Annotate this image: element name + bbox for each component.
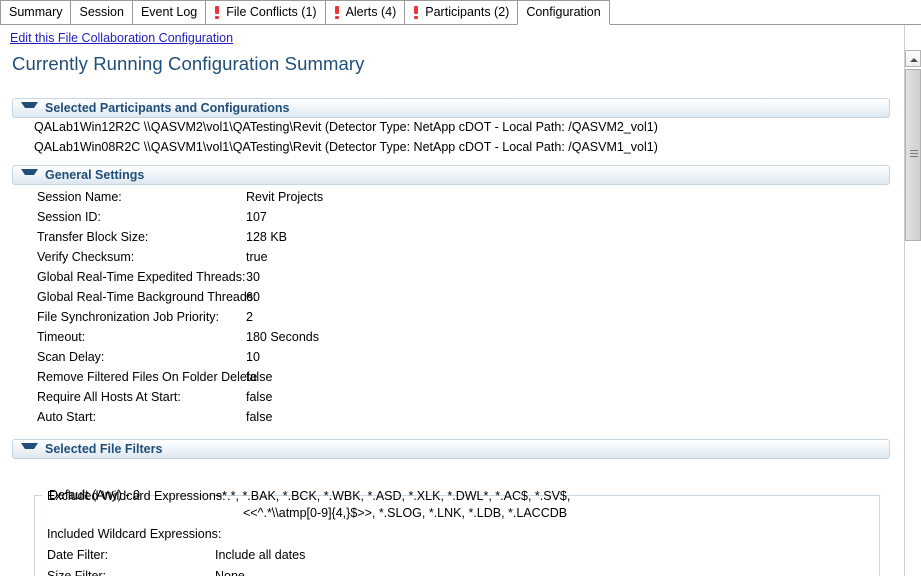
excluded-wildcards-label: Excluded Wildcard Expressions: xyxy=(47,489,226,503)
date-filter-value: Include all dates xyxy=(215,548,306,562)
configuration-window: Summary Session Event Log File Conflicts (1… xyxy=(0,0,921,576)
setting-label: Session Name: xyxy=(37,190,122,204)
setting-value: false xyxy=(246,390,273,404)
setting-label: Remove Filtered Files On Folder Delete xyxy=(37,370,258,384)
setting-value: 2 xyxy=(246,310,253,324)
tab-strip: Summary Session Event Log File Conflicts (1… xyxy=(0,0,921,25)
setting-value: true xyxy=(246,250,268,264)
setting-value: 60 xyxy=(246,290,260,304)
tab-file-conflicts-1[interactable]: File Conflicts (1) xyxy=(205,0,325,25)
vertical-scrollbar[interactable] xyxy=(904,25,921,576)
tab-list: Summary Session Event Log File Conflicts (1… xyxy=(0,0,610,25)
setting-value: 128 KB xyxy=(246,230,288,244)
page-title: Currently Running Configuration Summary xyxy=(12,53,365,74)
tab-label: Participants (2) xyxy=(425,5,510,19)
date-filter-label: Date Filter: xyxy=(47,548,109,562)
included-wildcards-label: Included Wildcard Expressions: xyxy=(47,527,222,541)
section-header-file-filters[interactable]: Selected File Filters xyxy=(12,439,890,459)
warning-exclamation-icon xyxy=(413,5,420,20)
excluded-wildcards-value-line2: <<^.*\\atmp[0-9]{4,}$>>, *.SLOG, *.LNK, … xyxy=(243,506,568,520)
section-title-file-filters: Selected File Filters xyxy=(45,442,163,456)
participant-row: QALab1Win12R2C \\QASVM2\vol1\QATesting\R… xyxy=(34,120,658,134)
setting-label: Auto Start: xyxy=(37,410,97,424)
scroll-up-button[interactable] xyxy=(905,50,921,67)
tab-participants-2[interactable]: Participants (2) xyxy=(404,0,518,25)
tab-label: Session xyxy=(79,5,124,19)
setting-label: File Synchronization Job Priority: xyxy=(37,310,220,324)
setting-label: Verify Checksum: xyxy=(37,250,135,264)
setting-value: 180 Seconds xyxy=(246,330,319,344)
scrollbar-grip-icon xyxy=(910,150,918,158)
section-header-participants[interactable]: Selected Participants and Configurations xyxy=(12,98,890,118)
warning-exclamation-icon xyxy=(334,5,341,20)
section-header-general-settings[interactable]: General Settings xyxy=(12,165,890,185)
setting-label: Require All Hosts At Start: xyxy=(37,390,181,404)
tab-alerts-4[interactable]: Alerts (4) xyxy=(324,0,405,25)
setting-label: Transfer Block Size: xyxy=(37,230,149,244)
setting-label: Global Real-Time Expedited Threads: xyxy=(37,270,246,284)
size-filter-label: Size Filter: xyxy=(47,569,107,576)
setting-label: Timeout: xyxy=(37,330,86,344)
tab-label: Summary xyxy=(9,5,63,19)
tab-label: Alerts (4) xyxy=(345,5,397,19)
warning-exclamation-icon xyxy=(214,5,221,20)
setting-value: false xyxy=(246,410,273,424)
excluded-wildcards-value-line1: ~*.*, *.BAK, *.BCK, *.WBK, *.ASD, *.XLK,… xyxy=(215,489,571,503)
setting-value: 30 xyxy=(246,270,260,284)
tab-summary[interactable]: Summary xyxy=(0,0,71,25)
setting-value: Revit Projects xyxy=(246,190,324,204)
chevron-down-icon xyxy=(21,102,38,114)
chevron-up-icon xyxy=(910,58,918,62)
setting-label: Global Real-Time Background Threads: xyxy=(37,290,257,304)
tab-label: File Conflicts (1) xyxy=(226,5,317,19)
section-title-participants: Selected Participants and Configurations xyxy=(45,101,290,115)
tab-session[interactable]: Session xyxy=(70,0,132,25)
chevron-down-icon xyxy=(21,443,38,455)
setting-value: 107 xyxy=(246,210,267,224)
scrollbar-thumb[interactable] xyxy=(905,69,921,241)
setting-label: Session ID: xyxy=(37,210,101,224)
participant-row: QALab1Win08R2C \\QASVM1\vol1\QATesting\R… xyxy=(34,140,658,154)
tab-label: Configuration xyxy=(526,5,601,19)
setting-value: 10 xyxy=(246,350,260,364)
tab-configuration[interactable]: Configuration xyxy=(517,0,610,25)
chevron-down-icon xyxy=(21,169,38,181)
setting-value: false xyxy=(246,370,273,384)
setting-label: Scan Delay: xyxy=(37,350,105,364)
tab-event-log[interactable]: Event Log xyxy=(131,0,206,25)
configuration-content-pane: Edit this File Collaboration Configurati… xyxy=(0,25,921,576)
edit-configuration-link[interactable]: Edit this File Collaboration Configurati… xyxy=(10,31,233,45)
section-title-general-settings: General Settings xyxy=(45,168,145,182)
size-filter-value: None xyxy=(215,569,245,576)
tab-label: Event Log xyxy=(140,5,198,19)
